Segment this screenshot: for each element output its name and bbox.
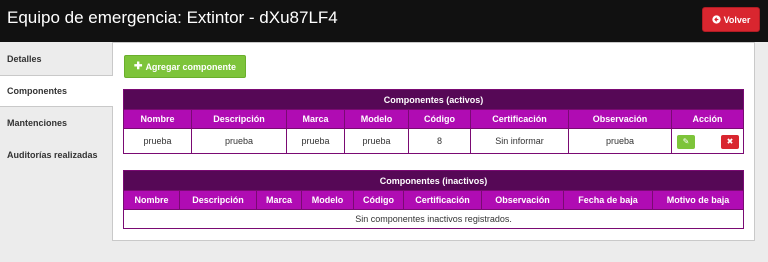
table-header-row: Nombre Descripción Marca Modelo Código C… xyxy=(123,190,745,210)
sidebar-item-label: Mantenciones xyxy=(7,118,68,128)
back-button[interactable]: Volver xyxy=(702,7,760,32)
inactive-table-caption: Componentes (inactivos) xyxy=(122,170,745,191)
column-header: Código xyxy=(353,190,404,210)
top-bar: Equipo de emergencia: Extintor - dXu87LF… xyxy=(0,0,768,42)
sidebar-item-label: Componentes xyxy=(7,86,68,96)
column-header: Marca xyxy=(286,109,345,129)
sidebar-item-label: Detalles xyxy=(7,54,42,64)
column-header: Observación xyxy=(568,109,672,129)
active-components-table: Componentes (activos) Nombre Descripción… xyxy=(122,89,745,154)
page-title: Equipo de emergencia: Extintor - dXu87LF… xyxy=(7,8,338,27)
sidebar-item-detalles[interactable]: Detalles xyxy=(0,43,112,75)
cell-accion: ✎ ✖ xyxy=(670,128,745,154)
back-button-label: Volver xyxy=(723,14,751,25)
column-header: Descripción xyxy=(191,109,287,129)
add-component-label: Agregar componente xyxy=(145,61,236,72)
pencil-icon: ✎ xyxy=(682,137,690,146)
column-header: Marca xyxy=(256,190,302,210)
column-header: Descripción xyxy=(179,190,257,210)
column-header: Observación xyxy=(481,190,564,210)
add-component-button[interactable]: ✚ Agregar componente xyxy=(124,55,246,78)
table-caption-row: Componentes (inactivos) xyxy=(122,170,745,191)
column-header: Motivo de baja xyxy=(651,190,745,210)
column-header: Modelo xyxy=(344,109,409,129)
x-icon: ✖ xyxy=(726,137,734,146)
table-header-row: Nombre Descripción Marca Modelo Código C… xyxy=(123,109,745,129)
sidebar: Detalles Componentes Mantenciones Audito… xyxy=(0,43,113,171)
cell-marca: prueba xyxy=(286,128,345,154)
sidebar-item-mantenciones[interactable]: Mantenciones xyxy=(0,107,112,139)
delete-button[interactable]: ✖ xyxy=(721,135,739,149)
sidebar-item-label: Auditorías realizadas xyxy=(7,150,98,160)
cell-nombre: prueba xyxy=(123,128,192,154)
table-row: prueba prueba prueba prueba 8 Sin inform… xyxy=(123,128,745,154)
sidebar-item-componentes[interactable]: Componentes xyxy=(0,75,113,107)
column-header: Código xyxy=(408,109,471,129)
cell-modelo: prueba xyxy=(344,128,409,154)
column-header: Acción xyxy=(670,109,745,129)
column-header: Certificación xyxy=(470,109,569,129)
column-header: Modelo xyxy=(301,190,354,210)
cell-observacion: prueba xyxy=(568,128,672,154)
table-row: Sin componentes inactivos registrados. xyxy=(122,209,745,229)
cell-codigo: 8 xyxy=(408,128,471,154)
column-header: Certificación xyxy=(403,190,482,210)
sidebar-item-auditorias[interactable]: Auditorías realizadas xyxy=(0,139,112,171)
edit-button[interactable]: ✎ xyxy=(677,135,695,149)
table-caption-row: Componentes (activos) xyxy=(122,89,745,110)
inactive-components-table: Componentes (inactivos) Nombre Descripci… xyxy=(122,170,745,229)
arrow-circle-left-icon xyxy=(711,15,721,24)
cell-certificacion: Sin informar xyxy=(470,128,569,154)
cell-descripcion: prueba xyxy=(191,128,287,154)
plus-icon: ✚ xyxy=(134,61,143,72)
column-header: Fecha de baja xyxy=(563,190,653,210)
column-header: Nombre xyxy=(123,190,180,210)
empty-message: Sin componentes inactivos registrados. xyxy=(122,209,745,229)
column-header: Nombre xyxy=(123,109,192,129)
active-table-caption: Componentes (activos) xyxy=(122,89,745,110)
